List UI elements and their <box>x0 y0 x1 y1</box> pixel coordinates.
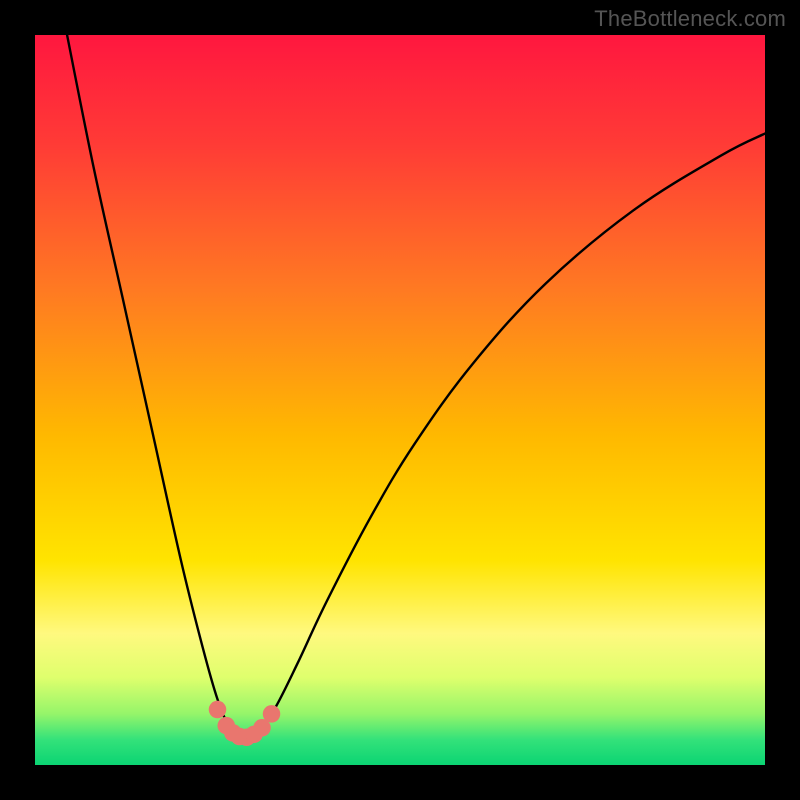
plot-svg <box>35 35 765 765</box>
optimum-marker <box>263 705 281 723</box>
optimum-marker <box>209 701 227 719</box>
plot-area <box>35 35 765 765</box>
watermark-text: TheBottleneck.com <box>594 6 786 32</box>
chart-frame: TheBottleneck.com <box>0 0 800 800</box>
